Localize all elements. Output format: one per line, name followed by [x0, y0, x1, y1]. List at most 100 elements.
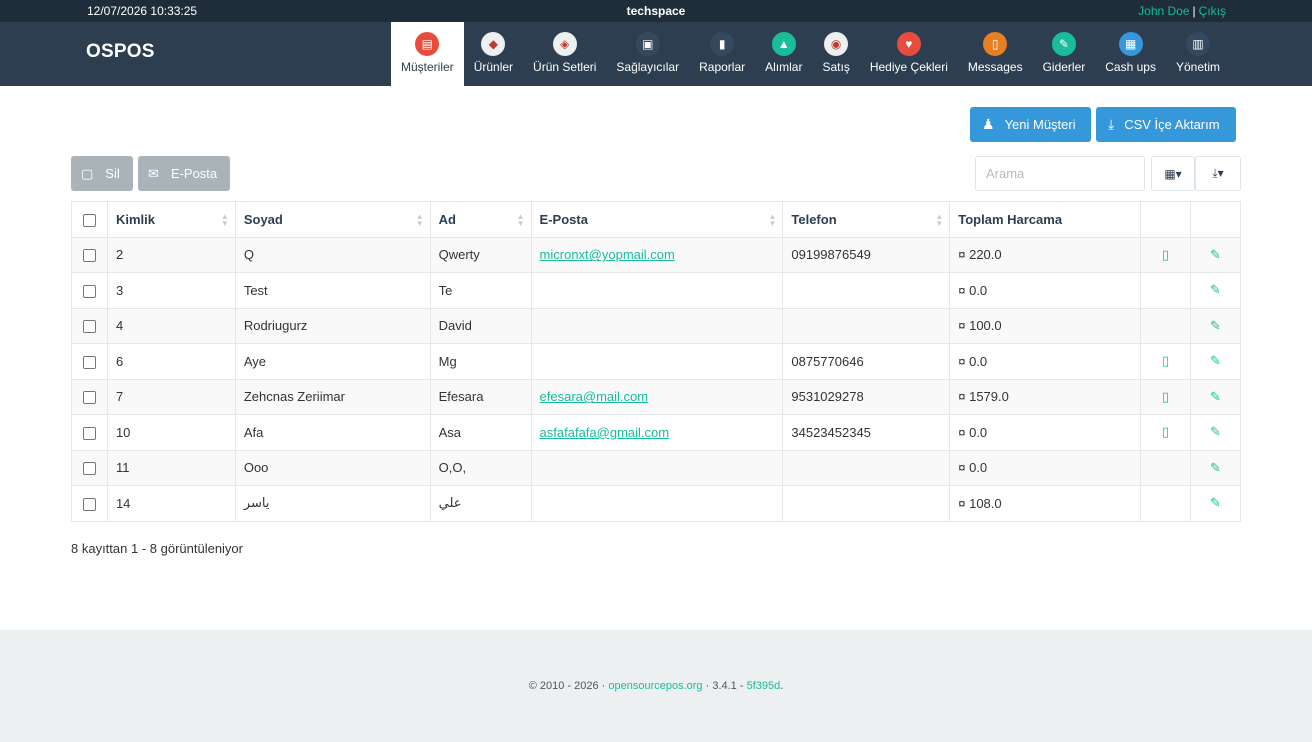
item-kits-icon: ◈	[552, 32, 577, 56]
phone-icon[interactable]: ▯	[1162, 389, 1169, 404]
cell-sms: ▯	[1140, 378, 1191, 415]
edit-icon[interactable]: ✎	[1210, 495, 1221, 510]
nav-item-3[interactable]: ▣ Sağlayıcılar	[606, 22, 689, 86]
header-first-name[interactable]: Ad ▲ ▼	[429, 201, 532, 238]
cell-edit: ✎	[1189, 449, 1242, 486]
grid-icon: ▦▾	[1164, 166, 1182, 181]
nav-item-label: Cash ups	[1105, 60, 1156, 74]
header-total-label: Toplam Harcama	[958, 211, 1063, 227]
new-customer-button[interactable]: ♟ Yeni Müşteri	[970, 107, 1091, 142]
app-logo[interactable]: OSPOS	[86, 41, 155, 63]
email-link[interactable]: micronxt@yopmail.com	[540, 247, 675, 262]
nav-item-2[interactable]: ◈ Ürün Setleri	[523, 22, 606, 86]
row-checkbox[interactable]	[82, 249, 96, 263]
cell-id: 14	[106, 485, 236, 522]
import-icon: ⤓	[1108, 116, 1115, 132]
select-all-cell	[71, 201, 108, 238]
edit-icon[interactable]: ✎	[1210, 389, 1221, 404]
site-link[interactable]: opensourcepos.org	[608, 680, 702, 692]
table-body: 2 Q Qwerty micronxt@yopmail.com 09199876549 ¤…	[71, 236, 1242, 522]
table-row: 3 Test Te ¤ 0.0 ✎	[71, 272, 1242, 309]
nav-item-4[interactable]: ▮ Raporlar	[689, 22, 755, 86]
logout-link[interactable]: Çıkış	[1199, 4, 1226, 18]
cell-edit: ✎	[1189, 272, 1242, 309]
header-first-name-label: Ad	[438, 211, 456, 227]
commit-link[interactable]: 5f395d	[747, 680, 781, 692]
row-checkbox[interactable]	[82, 355, 96, 369]
trash-icon: ▢	[81, 165, 94, 181]
select-all-checkbox[interactable]	[82, 213, 96, 227]
cell-phone	[782, 449, 951, 486]
cell-email	[530, 272, 784, 309]
email-link[interactable]: efesara@mail.com	[540, 389, 649, 404]
cell-edit: ✎	[1189, 307, 1242, 344]
email-button[interactable]: ✉ E-Posta	[138, 156, 230, 191]
table-row: 11 Ooo O,O, ¤ 0.0 ✎	[71, 449, 1242, 486]
items-icon: ◆	[481, 32, 506, 56]
cell-last: Afa	[234, 414, 431, 451]
edit-icon[interactable]: ✎	[1210, 424, 1221, 439]
phone-icon[interactable]: ▯	[1162, 353, 1169, 368]
cell-sms	[1140, 307, 1191, 344]
delete-label: Sil	[105, 166, 120, 181]
table-header-row: Kimlik ▲ ▼ Soyad ▲ ▼ Ad ▲ ▼ E-Posta ▲ ▼ Telefon ▲…	[71, 201, 1242, 238]
row-checkbox[interactable]	[82, 284, 96, 298]
row-checkbox[interactable]	[82, 320, 96, 334]
edit-icon[interactable]: ✎	[1210, 460, 1221, 475]
nav-item-5[interactable]: ▲ Alımlar	[755, 22, 812, 86]
cell-email	[530, 307, 784, 344]
edit-icon[interactable]: ✎	[1210, 318, 1221, 333]
nav-item-label: Ürünler	[473, 60, 514, 74]
row-checkbox[interactable]	[82, 497, 96, 511]
user-link[interactable]: John Doe	[1138, 4, 1189, 18]
delete-button[interactable]: ▢ Sil	[71, 156, 133, 191]
cell-first: Te	[429, 272, 532, 309]
row-select-cell	[71, 378, 108, 415]
download-icon: ⤓▾	[1212, 166, 1224, 180]
copyright: © 2010 - 2026 ·	[528, 680, 609, 692]
columns-toggle-button[interactable]: ▦▾	[1151, 156, 1195, 191]
cell-total: ¤ 220.0	[949, 236, 1142, 273]
nav-item-label: Ürün Setleri	[533, 60, 597, 74]
nav-item-8[interactable]: ▯ Messages	[958, 22, 1033, 86]
header-phone[interactable]: Telefon ▲ ▼	[782, 201, 951, 238]
cell-id: 3	[106, 272, 236, 309]
cell-edit: ✎	[1189, 378, 1242, 415]
row-checkbox[interactable]	[82, 426, 96, 440]
cell-edit: ✎	[1189, 485, 1242, 522]
user-menu: John Doe | Çıkış	[1138, 4, 1226, 18]
cell-total: ¤ 0.0	[949, 414, 1142, 451]
cell-email	[530, 449, 784, 486]
nav-item-1[interactable]: ◆ Ürünler	[464, 22, 523, 86]
header-last-name[interactable]: Soyad ▲ ▼	[234, 201, 431, 238]
nav-item-0[interactable]: ▤ Müşteriler	[391, 22, 464, 86]
nav-item-11[interactable]: ▥ Yönetim	[1166, 22, 1230, 86]
header-total: Toplam Harcama	[949, 201, 1142, 238]
export-button[interactable]: ⤓▾	[1195, 156, 1241, 191]
cell-sms	[1140, 485, 1191, 522]
row-checkbox[interactable]	[82, 462, 96, 476]
edit-icon[interactable]: ✎	[1210, 282, 1221, 297]
cell-phone: 9531029278	[782, 378, 951, 415]
pagination-summary: 8 kayıttan 1 - 8 görüntüleniyor	[71, 541, 243, 556]
nav-item-9[interactable]: ✎ Giderler	[1033, 22, 1096, 86]
cell-last: Zehcnas Zeriimar	[234, 378, 431, 415]
nav-item-6[interactable]: ◉ Satış	[812, 22, 859, 86]
email-link[interactable]: asfafafafa@gmail.com	[540, 425, 670, 440]
row-select-cell	[71, 449, 108, 486]
cell-total: ¤ 1579.0	[949, 378, 1142, 415]
nav-item-7[interactable]: ♥ Hediye Çekleri	[860, 22, 958, 86]
phone-icon[interactable]: ▯	[1162, 424, 1169, 439]
edit-icon[interactable]: ✎	[1210, 247, 1221, 262]
csv-import-button[interactable]: ⤓ CSV İçe Aktarım	[1096, 107, 1236, 142]
header-id[interactable]: Kimlik ▲ ▼	[106, 201, 236, 238]
phone-icon[interactable]: ▯	[1162, 247, 1169, 262]
nav-item-10[interactable]: ▦ Cash ups	[1095, 22, 1166, 86]
cell-last: Rodriugurz	[234, 307, 431, 344]
cell-sms	[1140, 449, 1191, 486]
header-email[interactable]: E-Posta ▲ ▼	[530, 201, 784, 238]
search-input[interactable]	[975, 156, 1145, 191]
row-checkbox[interactable]	[82, 391, 96, 405]
edit-icon[interactable]: ✎	[1210, 353, 1221, 368]
cell-last: Ooo	[234, 449, 431, 486]
